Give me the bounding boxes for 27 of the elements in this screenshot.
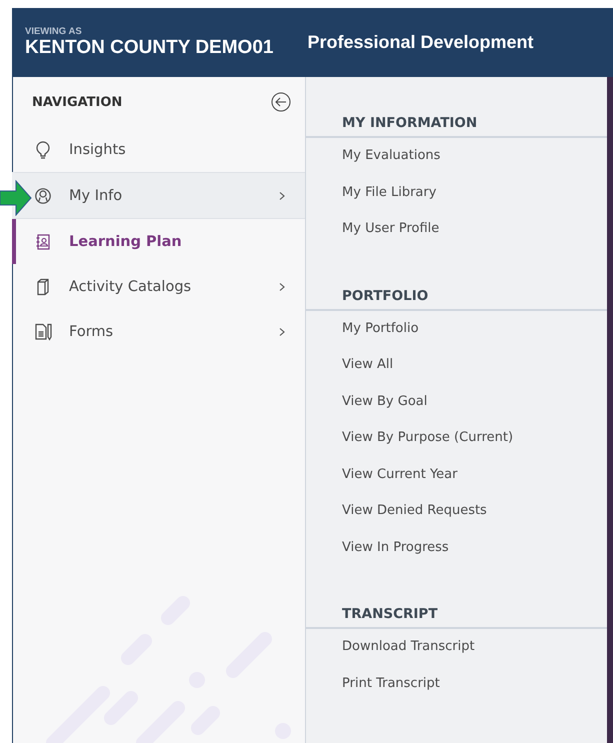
menu-link[interactable]: View In Progress: [306, 530, 608, 566]
nav-item[interactable]: My Info: [12, 172, 306, 219]
menu-link[interactable]: My Evaluations: [306, 138, 608, 174]
menu-link[interactable]: Print Transcript: [306, 666, 608, 702]
menu-link[interactable]: Download Transcript: [306, 629, 608, 666]
arrow-icon: [0, 180, 32, 216]
viewing-as-label: VIEWING AS: [25, 26, 83, 36]
menu-link[interactable]: View By Purpose (Current): [306, 420, 608, 456]
navigation-heading: NAVIGATION: [32, 94, 122, 110]
section-heading: TRANSCRIPT: [306, 606, 608, 629]
nav-item[interactable]: Forms: [12, 309, 306, 354]
app-title: Professional Development: [307, 32, 534, 53]
menu-link[interactable]: My Portfolio: [306, 310, 608, 347]
account-name: KENTON COUNTY DEMO01: [25, 36, 274, 58]
nav-item[interactable]: Activity Catalogs: [12, 264, 306, 309]
menu-link[interactable]: My File Library: [306, 174, 608, 211]
nav-item[interactable]: Insights: [12, 127, 306, 172]
menu-link[interactable]: View By Goal: [306, 384, 608, 420]
section-heading: MY INFORMATION: [306, 115, 608, 138]
menu-link[interactable]: View Denied Requests: [306, 493, 608, 530]
document-pencil-icon: [35, 322, 53, 340]
menu-link[interactable]: View Current Year: [306, 456, 608, 493]
person-icon: [35, 186, 53, 204]
menu-link[interactable]: My User Profile: [306, 211, 608, 248]
menu-link[interactable]: View All: [306, 347, 608, 384]
section-heading: PORTFOLIO: [306, 288, 608, 310]
collapse-icon[interactable]: [271, 92, 292, 112]
